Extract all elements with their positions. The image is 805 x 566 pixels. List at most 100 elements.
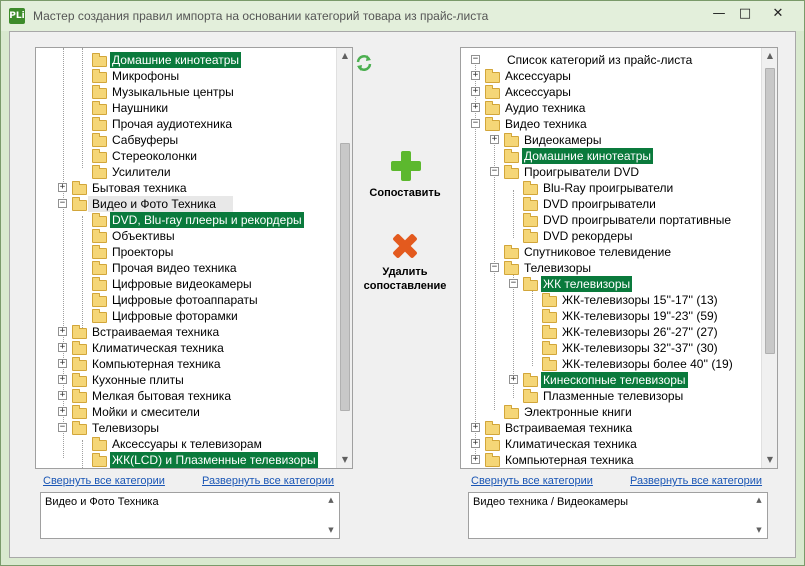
memo-scroll-up-icon[interactable]: ▲ <box>751 493 767 508</box>
pricelist-categories-tree[interactable]: ▲ ▼ − Список категорий из прайс-листа + Акс… <box>460 47 778 469</box>
tree-node[interactable]: + Встраиваемая техника <box>461 420 759 436</box>
tree-node[interactable]: Домашние кинотеатры <box>461 148 759 164</box>
expand-node-icon[interactable]: + <box>490 135 499 144</box>
right-selected-path-box[interactable]: Видео техника / Видеокамеры ▲ ▼ <box>468 492 768 539</box>
tree-node[interactable]: + Кухонные плиты <box>36 372 334 388</box>
collapse-node-icon[interactable]: − <box>490 263 499 272</box>
tree-node[interactable]: + Аксессуары <box>461 84 759 100</box>
scroll-up-arrow-icon[interactable]: ▲ <box>762 48 777 64</box>
tree-node[interactable]: Домашние кинотеатры <box>36 52 334 68</box>
tree-node[interactable]: + Аксессуары <box>461 68 759 84</box>
left-selected-path-box[interactable]: Видео и Фото Техника ▲ ▼ <box>40 492 340 539</box>
tree-node[interactable]: Плазменные телевизоры <box>461 388 759 404</box>
tree-node[interactable]: + Аудио техника <box>461 100 759 116</box>
expand-node-icon[interactable]: + <box>471 455 480 464</box>
right-tree-scrollbar[interactable]: ▲ ▼ <box>761 48 777 468</box>
tree-node[interactable]: Усилители <box>36 164 334 180</box>
minimize-button[interactable]: — <box>705 5 733 25</box>
tree-node[interactable]: + Климатическая техника <box>461 436 759 452</box>
right-collapse-all-link[interactable]: Свернуть все категории <box>471 475 593 487</box>
tree-node[interactable]: ЖК-телевизоры 15''-17'' (13) <box>461 292 759 308</box>
memo-scroll-down-icon[interactable]: ▼ <box>323 523 339 538</box>
tree-node[interactable]: + Мелкая бытовая техника <box>36 388 334 404</box>
scroll-up-arrow-icon[interactable]: ▲ <box>337 48 352 64</box>
tree-node[interactable]: Музыкальные центры <box>36 84 334 100</box>
tree-node[interactable]: ЖК-телевизоры 26''-27'' (27) <box>461 324 759 340</box>
collapse-node-icon[interactable]: − <box>471 119 480 128</box>
scroll-down-arrow-icon[interactable]: ▼ <box>762 452 777 468</box>
collapse-node-icon[interactable]: − <box>490 167 499 176</box>
tree-node[interactable]: − Видео и Фото Техника <box>36 196 334 212</box>
expand-node-icon[interactable]: + <box>509 375 518 384</box>
tree-node[interactable]: Микрофоны <box>36 68 334 84</box>
tree-node[interactable]: Стереоколонки <box>36 148 334 164</box>
tree-node[interactable]: + Компьютерная техника <box>461 452 759 468</box>
expand-node-icon[interactable]: + <box>58 391 67 400</box>
left-expand-all-link[interactable]: Развернуть все категории <box>202 475 334 487</box>
expand-node-icon[interactable]: + <box>471 71 480 80</box>
tree-node[interactable]: Цифровые фотоаппараты <box>36 292 334 308</box>
expand-node-icon[interactable]: + <box>58 183 67 192</box>
left-collapse-all-link[interactable]: Свернуть все категории <box>43 475 165 487</box>
expand-node-icon[interactable]: + <box>58 359 67 368</box>
collapse-node-icon[interactable]: − <box>471 55 480 64</box>
expand-node-icon[interactable]: + <box>471 103 480 112</box>
tree-node[interactable]: Прочая видео техника <box>36 260 334 276</box>
tree-node[interactable]: Цифровые фоторамки <box>36 308 334 324</box>
tree-node[interactable]: + Компьютерная техника <box>36 356 334 372</box>
collapse-node-icon[interactable]: − <box>509 279 518 288</box>
tree-node[interactable]: + Видеокамеры <box>461 132 759 148</box>
tree-node[interactable]: − Телевизоры <box>461 260 759 276</box>
collapse-node-icon[interactable]: − <box>58 199 67 208</box>
left-tree-scrollbar[interactable]: ▲ ▼ <box>336 48 352 468</box>
tree-node[interactable]: DVD проигрыватели портативные <box>461 212 759 228</box>
tree-node[interactable]: − Телевизоры <box>36 420 334 436</box>
site-categories-tree[interactable]: ▲ ▼ Домашние кинотеатры Микрофоны Музыкаль… <box>35 47 353 469</box>
tree-node[interactable]: Спутниковое телевидение <box>461 244 759 260</box>
tree-node[interactable]: ЖК-телевизоры 32''-37'' (30) <box>461 340 759 356</box>
expand-node-icon[interactable]: + <box>58 327 67 336</box>
tree-node[interactable]: ЖК-телевизоры более 40'' (19) <box>461 356 759 372</box>
tree-node[interactable]: − Проигрыватели DVD <box>461 164 759 180</box>
tree-node[interactable]: + Встраиваемая техника <box>36 324 334 340</box>
tree-node[interactable]: Blu-Ray проигрыватели <box>461 180 759 196</box>
memo-scroll-down-icon[interactable]: ▼ <box>751 523 767 538</box>
tree-node[interactable]: + Климатическая техника <box>36 340 334 356</box>
tree-node[interactable]: Проекторы <box>36 244 334 260</box>
tree-node[interactable]: Электронные книги <box>461 404 759 420</box>
tree-node[interactable]: Наушники <box>36 100 334 116</box>
tree-node[interactable]: − Видео техника <box>461 116 759 132</box>
expand-node-icon[interactable]: + <box>471 423 480 432</box>
tree-node[interactable]: Сабвуферы <box>36 132 334 148</box>
collapse-node-icon[interactable]: − <box>58 423 67 432</box>
tree-node[interactable]: Прочая аудиотехника <box>36 116 334 132</box>
memo-scroll-up-icon[interactable]: ▲ <box>323 493 339 508</box>
scroll-down-arrow-icon[interactable]: ▼ <box>337 452 352 468</box>
close-button[interactable]: ✕ <box>764 5 792 25</box>
tree-node[interactable]: ЖК(LCD) и Плазменные телевизоры <box>36 452 334 468</box>
expand-node-icon[interactable]: + <box>471 87 480 96</box>
tree-node[interactable]: + Бытовая техника <box>36 180 334 196</box>
expand-node-icon[interactable]: + <box>471 439 480 448</box>
tree-node[interactable]: − ЖК телевизоры <box>461 276 759 292</box>
tree-node[interactable]: DVD проигрыватели <box>461 196 759 212</box>
tree-node[interactable]: Объективы <box>36 228 334 244</box>
expand-node-icon[interactable]: + <box>58 407 67 416</box>
tree-node[interactable]: + Кинескопные телевизоры <box>461 372 759 388</box>
scroll-thumb[interactable] <box>765 68 775 354</box>
expand-node-icon[interactable]: + <box>58 343 67 352</box>
tree-node[interactable]: Цифровые видеокамеры <box>36 276 334 292</box>
delete-match-button[interactable]: Удалить сопоставление <box>355 228 455 298</box>
tree-node[interactable]: + Мойки и смесители <box>36 404 334 420</box>
maximize-button[interactable]: □ <box>731 5 759 25</box>
tree-node[interactable]: DVD, Blu-ray плееры и рекордеры <box>36 212 334 228</box>
scroll-thumb[interactable] <box>340 143 350 411</box>
expand-node-icon[interactable]: + <box>58 375 67 384</box>
tree-node[interactable]: − Список категорий из прайс-листа <box>461 52 759 68</box>
tree-node[interactable]: Аксессуары к телевизорам <box>36 436 334 452</box>
tree-node[interactable]: DVD рекордеры <box>461 228 759 244</box>
tree-node[interactable]: ЖК-телевизоры 19''-23'' (59) <box>461 308 759 324</box>
refresh-button[interactable] <box>355 54 375 74</box>
match-button[interactable]: Сопоставить <box>360 147 450 207</box>
right-expand-all-link[interactable]: Развернуть все категории <box>630 475 762 487</box>
